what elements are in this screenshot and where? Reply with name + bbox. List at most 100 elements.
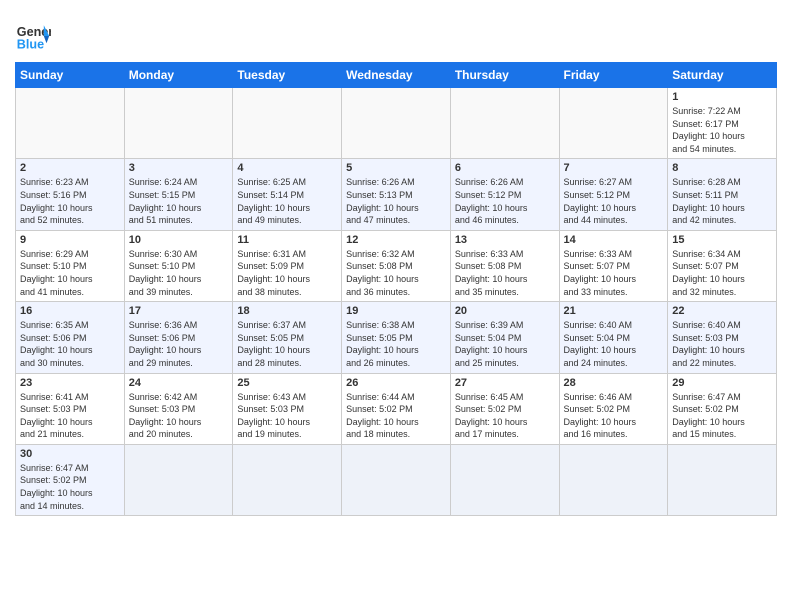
calendar-cell: 15Sunrise: 6:34 AM Sunset: 5:07 PM Dayli… <box>668 230 777 301</box>
calendar-cell: 18 Sunrise: 6:37 AM Sunset: 5:05 PM Dayli… <box>233 302 342 373</box>
day-number: 17 <box>129 305 229 317</box>
day-number: 28 <box>564 377 664 389</box>
calendar-cell: 24 Sunrise: 6:42 AM Sunset: 5:03 PM Dayli… <box>124 373 233 444</box>
day-info: Sunrise: 6:44 AM Sunset: 5:02 PM Dayligh… <box>346 391 446 441</box>
calendar-cell <box>450 444 559 515</box>
day-number: 18 <box>237 305 337 317</box>
day-info: Sunrise: 6:28 AM Sunset: 5:11 PM Dayligh… <box>672 176 772 226</box>
calendar-header-monday: Monday <box>124 63 233 88</box>
calendar-cell <box>668 444 777 515</box>
calendar-cell: 12 Sunrise: 6:32 AM Sunset: 5:08 PM Dayli… <box>342 230 451 301</box>
calendar-cell: 21 Sunrise: 6:40 AM Sunset: 5:04 PM Dayli… <box>559 302 668 373</box>
day-info: Sunrise: 6:33 AM Sunset: 5:07 PM Dayligh… <box>564 248 664 298</box>
day-info: Sunrise: 6:42 AM Sunset: 5:03 PM Dayligh… <box>129 391 229 441</box>
calendar-week-row: 16Sunrise: 6:35 AM Sunset: 5:06 PM Dayli… <box>16 302 777 373</box>
day-number: 3 <box>129 162 229 174</box>
day-info: Sunrise: 6:24 AM Sunset: 5:15 PM Dayligh… <box>129 176 229 226</box>
calendar-cell: 23 Sunrise: 6:41 AM Sunset: 5:03 PM Dayli… <box>16 373 125 444</box>
day-info: Sunrise: 6:25 AM Sunset: 5:14 PM Dayligh… <box>237 176 337 226</box>
day-info: Sunrise: 6:29 AM Sunset: 5:10 PM Dayligh… <box>20 248 120 298</box>
calendar-cell <box>559 88 668 159</box>
day-info: Sunrise: 6:45 AM Sunset: 5:02 PM Dayligh… <box>455 391 555 441</box>
day-number: 13 <box>455 234 555 246</box>
calendar-cell: 9Sunrise: 6:29 AM Sunset: 5:10 PM Daylig… <box>16 230 125 301</box>
calendar-header-wednesday: Wednesday <box>342 63 451 88</box>
calendar-week-row: 30 Sunrise: 6:47 AM Sunset: 5:02 PM Dayli… <box>16 444 777 515</box>
day-info: Sunrise: 6:31 AM Sunset: 5:09 PM Dayligh… <box>237 248 337 298</box>
day-info: Sunrise: 6:30 AM Sunset: 5:10 PM Dayligh… <box>129 248 229 298</box>
day-info: Sunrise: 6:34 AM Sunset: 5:07 PM Dayligh… <box>672 248 772 298</box>
day-number: 8 <box>672 162 772 174</box>
calendar-cell: 4 Sunrise: 6:25 AM Sunset: 5:14 PM Daylig… <box>233 159 342 230</box>
day-info: Sunrise: 6:47 AM Sunset: 5:02 PM Dayligh… <box>20 462 120 512</box>
calendar-cell: 30 Sunrise: 6:47 AM Sunset: 5:02 PM Dayli… <box>16 444 125 515</box>
calendar-cell <box>233 88 342 159</box>
day-info: Sunrise: 6:33 AM Sunset: 5:08 PM Dayligh… <box>455 248 555 298</box>
calendar-cell <box>342 88 451 159</box>
calendar-cell <box>124 444 233 515</box>
calendar-header-sunday: Sunday <box>16 63 125 88</box>
day-number: 23 <box>20 377 120 389</box>
calendar-cell <box>342 444 451 515</box>
day-info: Sunrise: 6:40 AM Sunset: 5:04 PM Dayligh… <box>564 319 664 369</box>
svg-text:Blue: Blue <box>17 38 44 52</box>
day-number: 10 <box>129 234 229 246</box>
page: General Blue SundayMondayTuesdayWednesda… <box>0 0 792 531</box>
day-number: 30 <box>20 448 120 460</box>
calendar-cell <box>233 444 342 515</box>
logo: General Blue <box>15 18 51 54</box>
day-number: 27 <box>455 377 555 389</box>
day-info: Sunrise: 6:43 AM Sunset: 5:03 PM Dayligh… <box>237 391 337 441</box>
calendar-week-row: 9Sunrise: 6:29 AM Sunset: 5:10 PM Daylig… <box>16 230 777 301</box>
day-info: Sunrise: 7:22 AM Sunset: 6:17 PM Dayligh… <box>672 105 772 155</box>
calendar-cell: 14 Sunrise: 6:33 AM Sunset: 5:07 PM Dayli… <box>559 230 668 301</box>
day-info: Sunrise: 6:41 AM Sunset: 5:03 PM Dayligh… <box>20 391 120 441</box>
day-number: 24 <box>129 377 229 389</box>
day-info: Sunrise: 6:47 AM Sunset: 5:02 PM Dayligh… <box>672 391 772 441</box>
calendar-header-saturday: Saturday <box>668 63 777 88</box>
day-info: Sunrise: 6:38 AM Sunset: 5:05 PM Dayligh… <box>346 319 446 369</box>
calendar-cell: 20Sunrise: 6:39 AM Sunset: 5:04 PM Dayli… <box>450 302 559 373</box>
calendar-header-row: SundayMondayTuesdayWednesdayThursdayFrid… <box>16 63 777 88</box>
calendar-week-row: 23 Sunrise: 6:41 AM Sunset: 5:03 PM Dayli… <box>16 373 777 444</box>
day-number: 12 <box>346 234 446 246</box>
day-number: 5 <box>346 162 446 174</box>
calendar-cell <box>450 88 559 159</box>
calendar-cell: 3 Sunrise: 6:24 AM Sunset: 5:15 PM Daylig… <box>124 159 233 230</box>
day-number: 2 <box>20 162 120 174</box>
calendar-cell <box>559 444 668 515</box>
day-info: Sunrise: 6:23 AM Sunset: 5:16 PM Dayligh… <box>20 176 120 226</box>
header: General Blue <box>15 10 777 54</box>
day-info: Sunrise: 6:39 AM Sunset: 5:04 PM Dayligh… <box>455 319 555 369</box>
day-number: 4 <box>237 162 337 174</box>
day-info: Sunrise: 6:27 AM Sunset: 5:12 PM Dayligh… <box>564 176 664 226</box>
calendar-cell <box>124 88 233 159</box>
calendar-week-row: 2 Sunrise: 6:23 AM Sunset: 5:16 PM Daylig… <box>16 159 777 230</box>
day-info: Sunrise: 6:32 AM Sunset: 5:08 PM Dayligh… <box>346 248 446 298</box>
day-number: 19 <box>346 305 446 317</box>
day-info: Sunrise: 6:26 AM Sunset: 5:12 PM Dayligh… <box>455 176 555 226</box>
calendar-cell: 11Sunrise: 6:31 AM Sunset: 5:09 PM Dayli… <box>233 230 342 301</box>
calendar-cell: 10 Sunrise: 6:30 AM Sunset: 5:10 PM Dayli… <box>124 230 233 301</box>
calendar: SundayMondayTuesdayWednesdayThursdayFrid… <box>15 62 777 516</box>
calendar-cell: 1 Sunrise: 7:22 AM Sunset: 6:17 PM Daylig… <box>668 88 777 159</box>
calendar-cell: 7Sunrise: 6:27 AM Sunset: 5:12 PM Daylig… <box>559 159 668 230</box>
day-number: 16 <box>20 305 120 317</box>
calendar-header-tuesday: Tuesday <box>233 63 342 88</box>
day-info: Sunrise: 6:37 AM Sunset: 5:05 PM Dayligh… <box>237 319 337 369</box>
calendar-header-friday: Friday <box>559 63 668 88</box>
day-number: 14 <box>564 234 664 246</box>
day-info: Sunrise: 6:26 AM Sunset: 5:13 PM Dayligh… <box>346 176 446 226</box>
day-number: 21 <box>564 305 664 317</box>
calendar-cell: 28Sunrise: 6:46 AM Sunset: 5:02 PM Dayli… <box>559 373 668 444</box>
calendar-header-thursday: Thursday <box>450 63 559 88</box>
day-number: 1 <box>672 91 772 103</box>
day-number: 6 <box>455 162 555 174</box>
calendar-week-row: 1 Sunrise: 7:22 AM Sunset: 6:17 PM Daylig… <box>16 88 777 159</box>
calendar-cell <box>16 88 125 159</box>
calendar-cell: 26Sunrise: 6:44 AM Sunset: 5:02 PM Dayli… <box>342 373 451 444</box>
calendar-cell: 17Sunrise: 6:36 AM Sunset: 5:06 PM Dayli… <box>124 302 233 373</box>
calendar-cell: 6 Sunrise: 6:26 AM Sunset: 5:12 PM Daylig… <box>450 159 559 230</box>
calendar-cell: 13 Sunrise: 6:33 AM Sunset: 5:08 PM Dayli… <box>450 230 559 301</box>
day-info: Sunrise: 6:40 AM Sunset: 5:03 PM Dayligh… <box>672 319 772 369</box>
